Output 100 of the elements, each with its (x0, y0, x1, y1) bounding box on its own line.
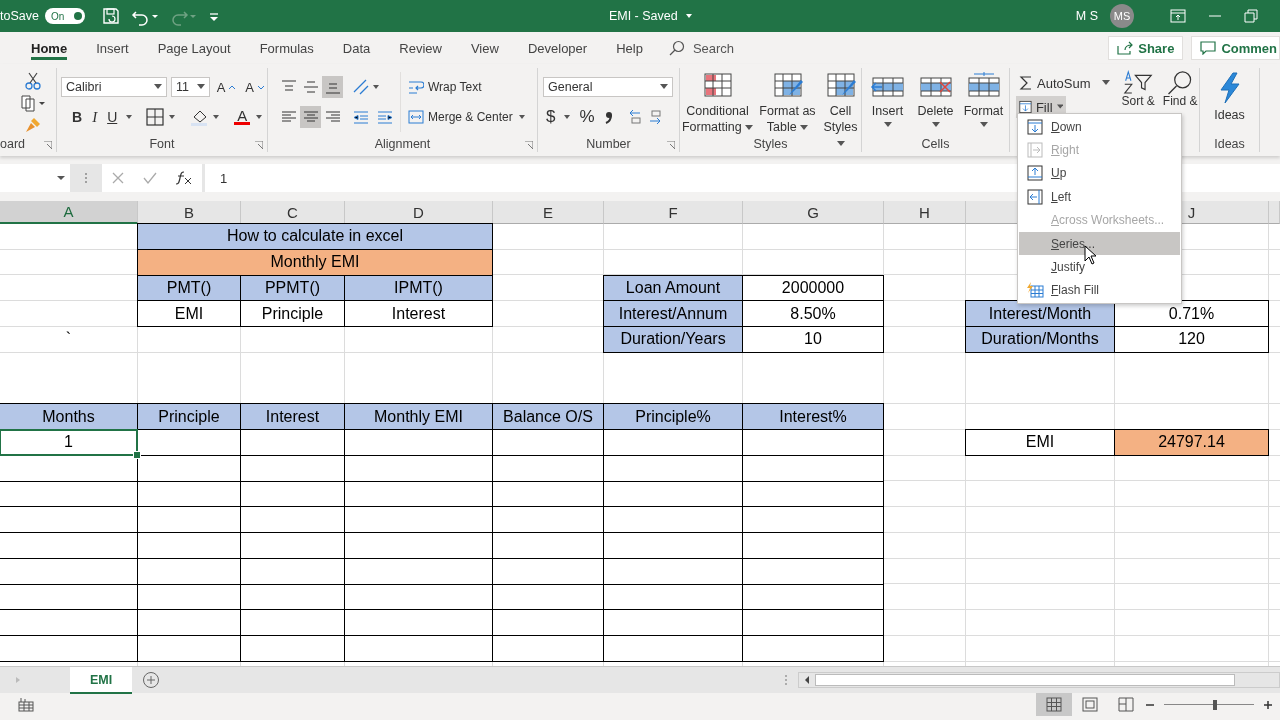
ribbon-tab[interactable]: Formulas (250, 32, 323, 64)
add-sheet-icon[interactable] (142, 671, 161, 689)
insert-cells-button[interactable]: Insert (865, 72, 910, 128)
underline-button[interactable]: U (104, 106, 121, 128)
column-header[interactable]: H (884, 201, 966, 224)
spreadsheet-cell[interactable]: Interest% (742, 403, 884, 430)
spreadsheet-cell[interactable]: Interest (344, 300, 493, 327)
fill-left-icon (1027, 188, 1043, 205)
spreadsheet-cell[interactable]: Interest/Annum (603, 300, 743, 327)
ribbon-tab[interactable]: Home (22, 32, 77, 64)
orientation-icon[interactable] (352, 78, 382, 96)
menu-item[interactable]: Flash Fill (1019, 278, 1180, 303)
bold-button[interactable]: B (69, 106, 86, 128)
column-header[interactable]: D (345, 201, 493, 224)
format-cells-button[interactable]: Format (961, 72, 1006, 128)
spreadsheet-cell[interactable]: 1 (0, 429, 138, 456)
spreadsheet-cell[interactable]: Months (0, 403, 138, 430)
spreadsheet-cell[interactable]: Principle% (603, 403, 743, 430)
bottom-align-button[interactable] (322, 76, 343, 98)
spreadsheet-cell[interactable]: 2000000 (742, 274, 884, 302)
sort-filter-button[interactable]: Sort & (1121, 70, 1155, 108)
spreadsheet-cell[interactable]: 120 (1114, 326, 1269, 353)
caret-icon[interactable] (124, 113, 135, 121)
spreadsheet-cell[interactable]: EMI (137, 300, 241, 327)
restore-icon[interactable] (1244, 9, 1258, 23)
font-name-dropdown[interactable]: Calibri (61, 77, 167, 97)
menu-item[interactable]: Up (1019, 161, 1180, 186)
autosum-button[interactable]: AutoSum (1016, 72, 1114, 94)
search-field[interactable]: Search (692, 38, 783, 58)
delete-cells-button[interactable]: Delete (913, 72, 958, 128)
zoom-in-icon[interactable] (1262, 698, 1274, 711)
normal-view-icon[interactable] (1036, 693, 1072, 716)
currency-button[interactable]: $ (543, 106, 559, 128)
caret-icon[interactable] (562, 113, 573, 121)
italic-button[interactable]: I (89, 106, 101, 128)
spreadsheet-cell[interactable]: How to calculate in excel (137, 223, 493, 250)
ribbon-tab[interactable]: Insert (87, 32, 138, 64)
column-header[interactable]: G (743, 201, 884, 224)
font-size-dropdown[interactable]: 11 (170, 77, 210, 97)
spreadsheet-cell[interactable]: Interest (240, 403, 345, 430)
zoom-slider-thumb[interactable] (1213, 699, 1218, 710)
spreadsheet-cell[interactable]: Monthly EMI (344, 403, 493, 430)
cellstyles-button[interactable]: Cell Styles (821, 72, 860, 151)
format-painter-icon[interactable] (24, 116, 42, 134)
dialog-launcher-icon[interactable] (667, 141, 675, 149)
column-header[interactable]: F (604, 201, 743, 224)
spreadsheet-cell[interactable]: Balance O/S (492, 403, 604, 430)
ribbon-tab[interactable]: View (461, 32, 508, 64)
indent-icons[interactable] (352, 109, 394, 125)
document-title[interactable]: EMI - Saved (608, 9, 678, 23)
spreadsheet-cell[interactable]: 10 (742, 326, 884, 353)
dialog-launcher-icon[interactable] (255, 141, 263, 149)
spreadsheet-cell[interactable]: Monthly EMI (137, 248, 493, 276)
ideas-button[interactable]: Ideas (1214, 72, 1245, 123)
caret-icon (931, 122, 940, 128)
center-align-button[interactable] (300, 106, 321, 128)
share-button[interactable]: Share (1108, 36, 1184, 60)
spreadsheet-cell[interactable]: Loan Amount (603, 274, 743, 302)
spreadsheet-cell[interactable]: Duration/Months (965, 326, 1115, 353)
menu-item[interactable]: Down (1019, 115, 1180, 139)
cell-mode-icon[interactable] (18, 697, 34, 712)
ribbon-display-icon[interactable] (1170, 9, 1186, 23)
ribbon-tab[interactable]: Developer (518, 32, 597, 64)
horizontal-scrollbar[interactable] (798, 672, 1280, 688)
spreadsheet-cell[interactable]: EMI (965, 429, 1115, 456)
function-icon[interactable] (175, 170, 194, 186)
sheet-tab[interactable]: EMI (70, 666, 133, 694)
spreadsheet-cell[interactable]: 24797.14 (1114, 429, 1269, 456)
menu-item[interactable]: Justify (1019, 255, 1180, 279)
ribbon-tab[interactable]: Help (607, 32, 652, 64)
autosave-toggle[interactable]: On (44, 8, 85, 24)
ribbon-tab[interactable]: Page Layout (148, 32, 240, 64)
column-header[interactable]: E (493, 201, 604, 224)
dialog-launcher-icon[interactable] (525, 141, 533, 149)
spreadsheet-cell[interactable]: Principle (137, 403, 241, 430)
wrap-text-button[interactable]: Wrap Text (405, 76, 530, 98)
column-header[interactable]: B (138, 201, 241, 224)
cancel-icon[interactable] (110, 171, 125, 185)
ribbon-tab[interactable]: Review (390, 32, 451, 64)
ribbon-tab[interactable]: Data (333, 32, 380, 64)
enter-icon[interactable] (142, 171, 158, 185)
grow-font-button[interactable]: A (213, 76, 239, 98)
menu-item[interactable]: Series... (1019, 231, 1180, 256)
conditional-button[interactable]: Conditional Formatting (681, 72, 754, 151)
drag-handle-icon[interactable] (84, 171, 88, 185)
copy-icon[interactable] (20, 94, 46, 112)
cut-icon[interactable] (25, 72, 41, 90)
number-format-dropdown[interactable]: General (543, 77, 673, 97)
comments-button[interactable]: Commen (1191, 36, 1280, 60)
caret-icon[interactable] (254, 113, 265, 121)
shrink-font-button[interactable]: A (242, 76, 267, 98)
font-color-button[interactable]: A (234, 109, 251, 125)
column-header[interactable]: A (0, 201, 138, 224)
dialog-launcher-icon[interactable] (44, 141, 52, 149)
merge-center-button[interactable]: Merge & Center (405, 106, 530, 128)
percent-button[interactable]: % (576, 106, 598, 128)
spreadsheet-cell[interactable]: Duration/Years (603, 326, 743, 353)
column-header[interactable]: C (241, 201, 345, 224)
find-select-button[interactable]: Find & (1162, 70, 1198, 108)
save-icon[interactable] (100, 6, 121, 26)
